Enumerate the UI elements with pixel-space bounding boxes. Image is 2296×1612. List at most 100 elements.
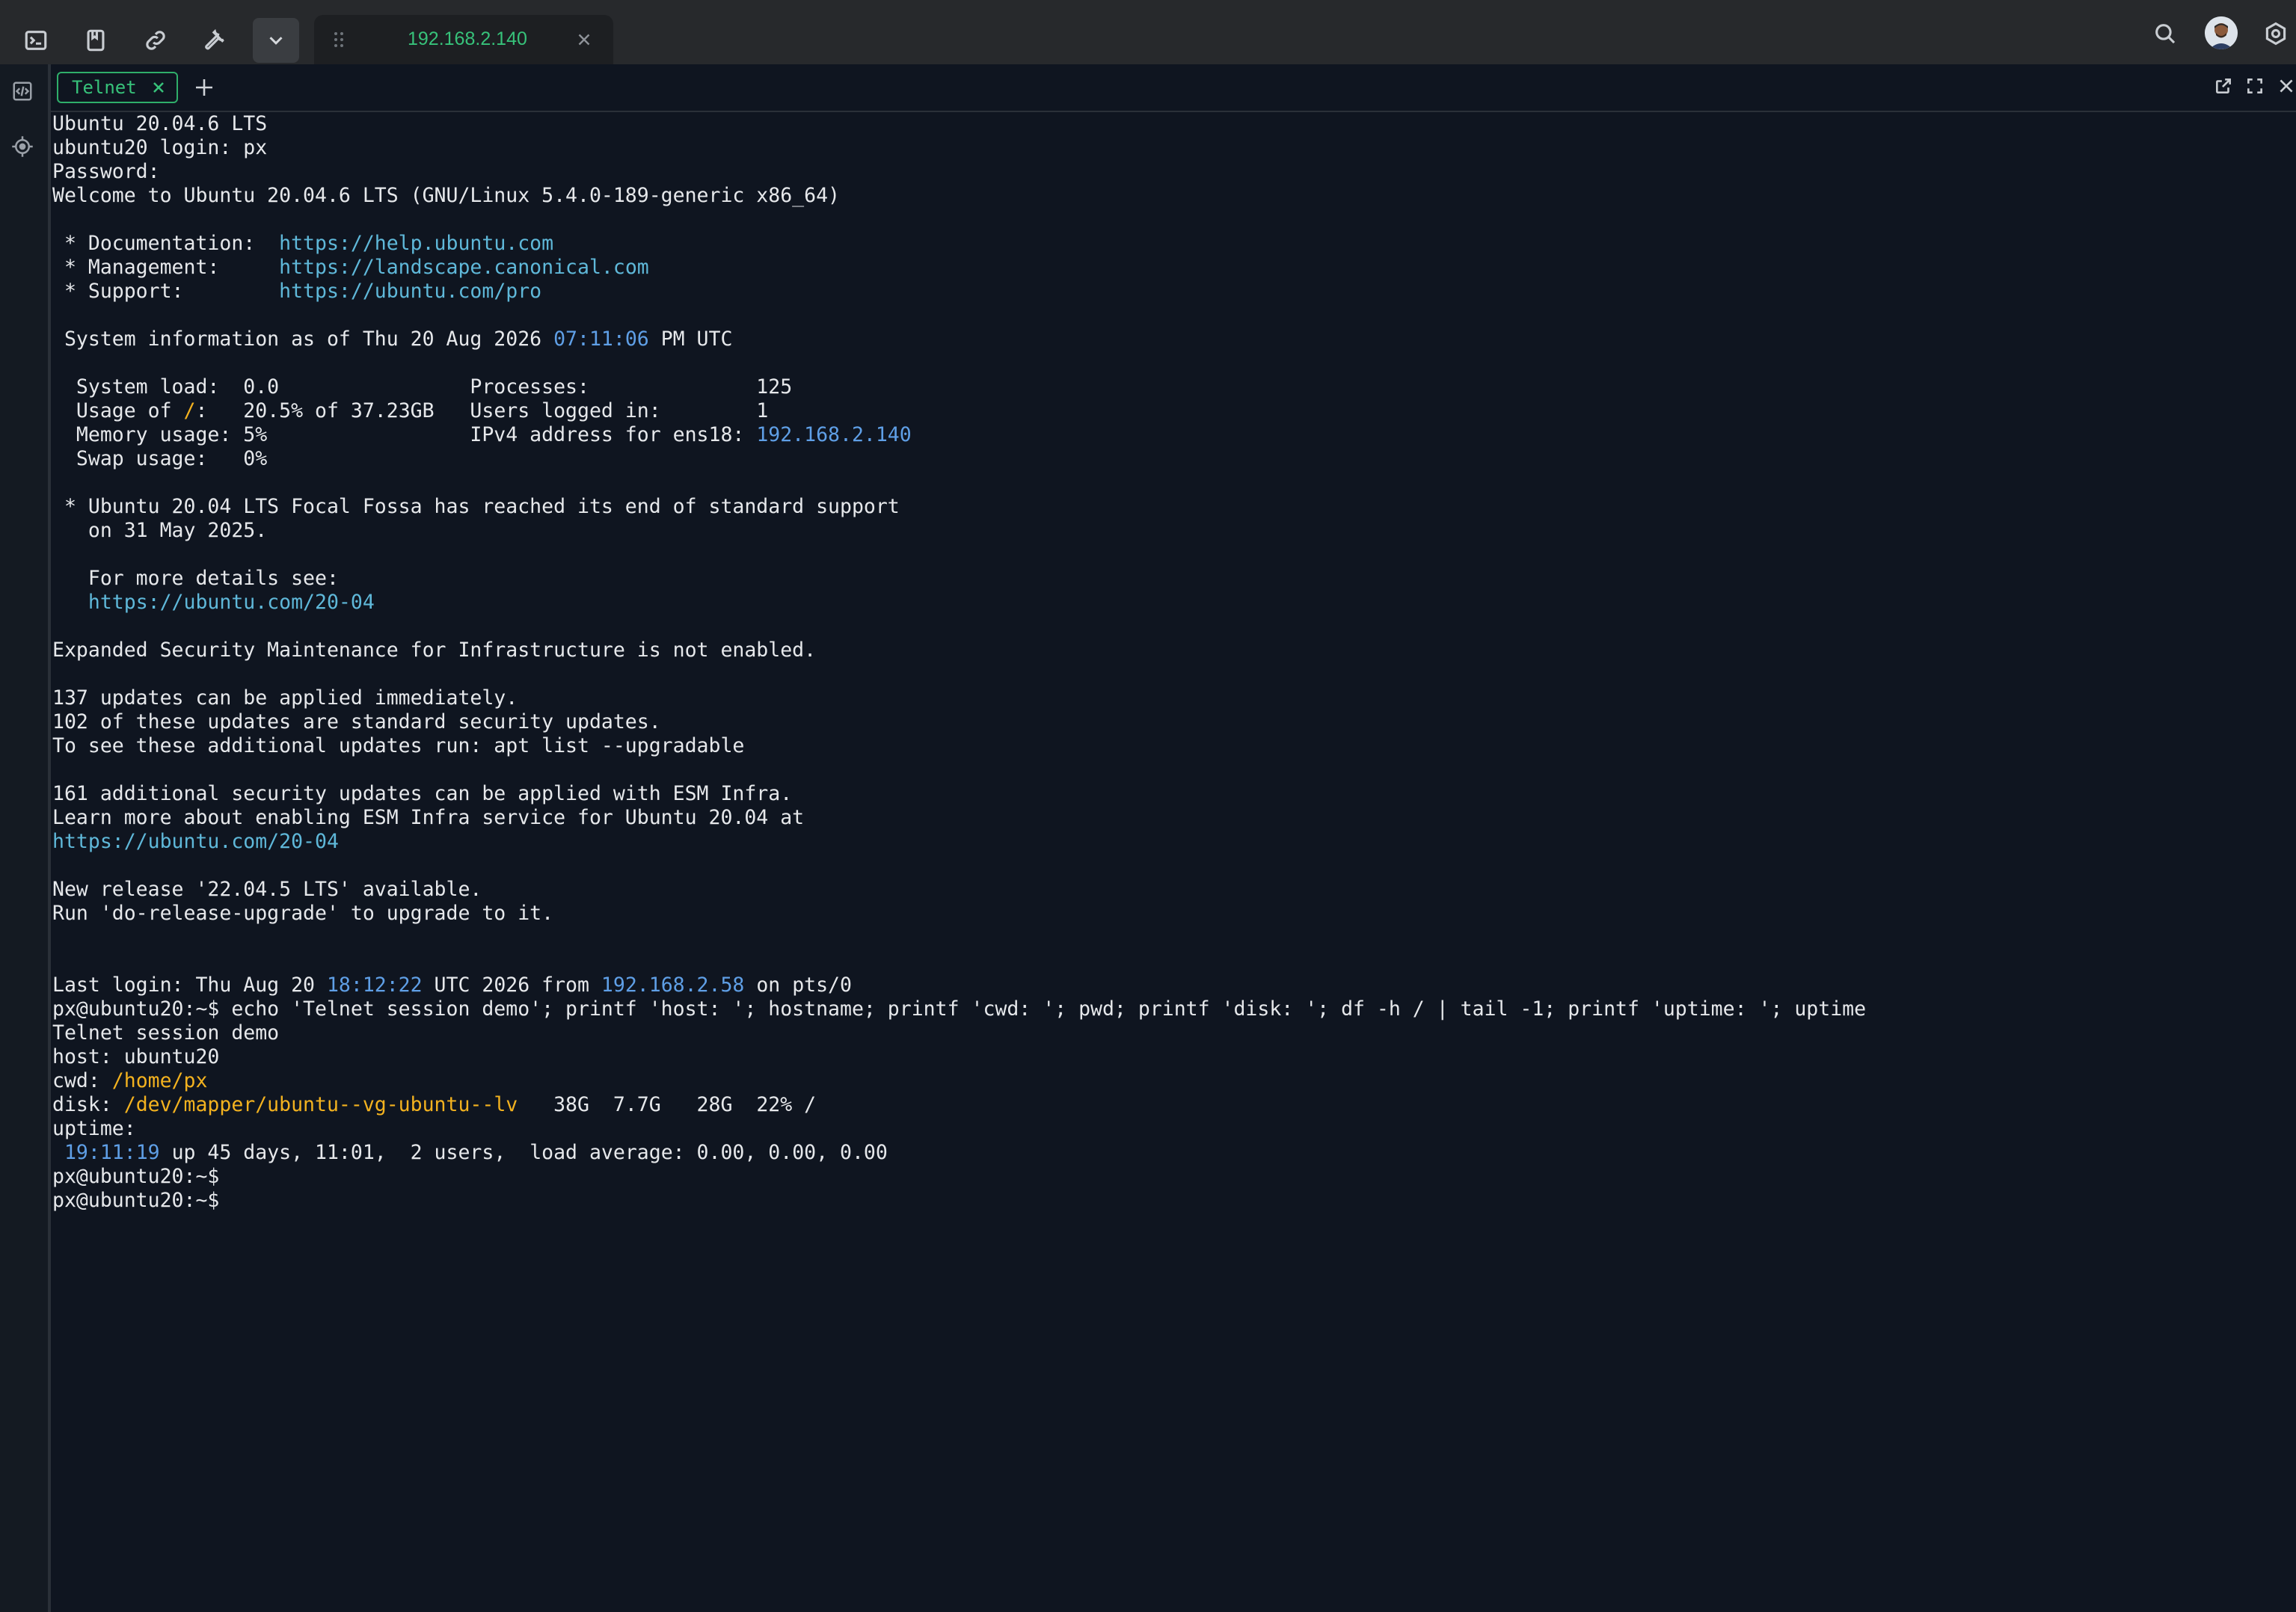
terminal-line: Swap usage: 0% — [52, 447, 2289, 471]
terminal-output[interactable]: Ubuntu 20.04.6 LTS ubuntu20 login: px Pass… — [52, 112, 2289, 1600]
terminal-line: Expanded Security Maintenance for Infras… — [52, 639, 2289, 662]
bookmark-icon[interactable] — [72, 16, 120, 64]
terminal-line: 19:11:19 up 45 days, 11:01, 2 users, loa… — [52, 1141, 2289, 1165]
close-tab-icon[interactable] — [151, 80, 166, 95]
terminal-tab-bar: Telnet — [51, 64, 2296, 112]
add-tab-button[interactable] — [191, 75, 217, 100]
terminal-line: disk: /dev/mapper/ubuntu--vg-ubuntu--lv … — [52, 1093, 2289, 1117]
terminal-line: Memory usage: 5% IPv4 address for ens18:… — [52, 423, 2289, 447]
terminal-segment: Swap usage: 0% — [52, 447, 268, 470]
terminal-segment: 38G 7.7G 28G 22% / — [518, 1093, 817, 1116]
close-icon[interactable] — [574, 30, 594, 49]
terminal-icon[interactable] — [12, 16, 60, 64]
terminal-segment: For more details see: — [52, 567, 339, 590]
terminal-line: Ubuntu 20.04.6 LTS — [52, 112, 2289, 136]
settings-icon[interactable] — [2259, 16, 2293, 51]
search-icon[interactable] — [2148, 16, 2182, 51]
terminal-segment: px@ubuntu20:~$ — [52, 1189, 220, 1212]
terminal-segment: on 31 May 2025. — [52, 519, 268, 542]
terminal-segment: Last login: Thu Aug 20 — [52, 973, 327, 997]
terminal-segment: PM UTC — [648, 327, 733, 351]
terminal-line: New release '22.04.5 LTS' available. — [52, 878, 2289, 902]
close-panel-icon[interactable] — [2277, 76, 2296, 99]
terminal-line: Welcome to Ubuntu 20.04.6 LTS (GNU/Linux… — [52, 184, 2289, 208]
wrench-icon[interactable] — [191, 16, 239, 64]
terminal-link[interactable]: https://help.ubuntu.com — [279, 232, 553, 255]
terminal-line: * Ubuntu 20.04 LTS Focal Fossa has reach… — [52, 495, 2289, 519]
terminal-segment: 19:11:19 — [64, 1141, 160, 1164]
terminal-link[interactable]: https://ubuntu.com/20-04 — [52, 830, 339, 853]
terminal-segment: * Ubuntu 20.04 LTS Focal Fossa has reach… — [52, 495, 900, 518]
terminal-link[interactable]: https://ubuntu.com/20-04 — [88, 591, 375, 614]
terminal-segment: 102 of these updates are standard securi… — [52, 710, 661, 733]
terminal-segment: System information as of Thu 20 Aug 2026 — [52, 327, 554, 351]
terminal-line: ubuntu20 login: px — [52, 136, 2289, 160]
terminal-segment: up 45 days, 11:01, 2 users, load average… — [159, 1141, 888, 1164]
avatar[interactable] — [2205, 16, 2238, 49]
terminal-line: Learn more about enabling ESM Infra serv… — [52, 806, 2289, 830]
terminal-segment: Run 'do-release-upgrade' to upgrade to i… — [52, 902, 554, 925]
terminal-segment: Memory usage: 5% IPv4 address for ens18: — [52, 423, 757, 446]
terminal-segment: / — [183, 399, 196, 422]
crosshair-icon[interactable] — [7, 132, 37, 161]
link-icon[interactable] — [132, 16, 179, 64]
terminal-line: uptime: — [52, 1117, 2289, 1141]
terminal-line: Usage of /: 20.5% of 37.23GB Users logge… — [52, 399, 2289, 423]
terminal-segment: : 20.5% of 37.23GB Users logged in: 1 — [195, 399, 769, 422]
terminal-segment: Usage of — [52, 399, 184, 422]
left-rail — [0, 64, 51, 1612]
tab-telnet[interactable]: Telnet — [57, 72, 178, 103]
terminal-segment: /home/px — [111, 1069, 208, 1092]
terminal-line: * Management: https://landscape.canonica… — [52, 256, 2289, 280]
terminal-line: Run 'do-release-upgrade' to upgrade to i… — [52, 902, 2289, 926]
terminal-link[interactable]: https://landscape.canonical.com — [279, 256, 649, 279]
terminal-segment: 192.168.2.140 — [756, 423, 912, 446]
terminal-link[interactable]: https://ubuntu.com/pro — [279, 280, 541, 303]
terminal-text: Ubuntu 20.04.6 LTS ubuntu20 login: px Pass… — [52, 112, 2289, 1213]
terminal-segment: * Support: — [52, 280, 280, 303]
terminal-line: px@ubuntu20:~$ echo 'Telnet session demo… — [52, 997, 2289, 1021]
terminal-segment — [52, 591, 88, 614]
code-icon[interactable] — [7, 76, 37, 106]
terminal-segment: disk: — [52, 1093, 124, 1116]
terminal-line: px@ubuntu20:~$ — [52, 1189, 2289, 1213]
terminal-line: https://ubuntu.com/20-04 — [52, 830, 2289, 854]
terminal-segment: Learn more about enabling ESM Infra serv… — [52, 806, 805, 829]
tab-telnet-label: Telnet — [72, 77, 137, 98]
terminal-line: on 31 May 2025. — [52, 519, 2289, 543]
terminal-line: 102 of these updates are standard securi… — [52, 710, 2289, 734]
chevron-down-icon[interactable] — [253, 18, 299, 63]
terminal-segment: New release '22.04.5 LTS' available. — [52, 878, 482, 901]
terminal-segment: cwd: — [52, 1069, 112, 1092]
terminal-line: * Documentation: https://help.ubuntu.com — [52, 232, 2289, 256]
terminal-segment — [52, 1141, 64, 1164]
terminal-segment: /dev/mapper/ubuntu--vg-ubuntu--lv — [123, 1093, 518, 1116]
terminal-segment: 161 additional security updates can be a… — [52, 782, 793, 805]
terminal-segment: Expanded Security Maintenance for Infras… — [52, 639, 817, 662]
terminal-segment: 07:11:06 — [553, 327, 649, 351]
terminal-segment: Ubuntu 20.04.6 LTS — [52, 112, 268, 135]
terminal-line: For more details see: — [52, 567, 2289, 591]
terminal-segment: Welcome to Ubuntu 20.04.6 LTS (GNU/Linux… — [52, 184, 840, 207]
terminal-segment: * Management: — [52, 256, 280, 279]
fullscreen-icon[interactable] — [2245, 76, 2268, 99]
terminal-line: Telnet session demo — [52, 1021, 2289, 1045]
terminal-line: cwd: /home/px — [52, 1069, 2289, 1093]
terminal-line: 161 additional security updates can be a… — [52, 782, 2289, 806]
popout-icon[interactable] — [2214, 76, 2236, 99]
drag-handle-icon[interactable] — [334, 31, 344, 48]
session-tab-title: 192.168.2.140 — [408, 28, 527, 49]
session-tab[interactable]: 192.168.2.140 — [314, 15, 613, 64]
terminal-line: px@ubuntu20:~$ — [52, 1165, 2289, 1189]
terminal-segment: host: ubuntu20 — [52, 1045, 220, 1068]
terminal-segment: 137 updates can be applied immediately. — [52, 686, 518, 710]
terminal-segment: ubuntu20 login: px — [52, 136, 268, 159]
terminal-segment: * Documentation: — [52, 232, 280, 255]
